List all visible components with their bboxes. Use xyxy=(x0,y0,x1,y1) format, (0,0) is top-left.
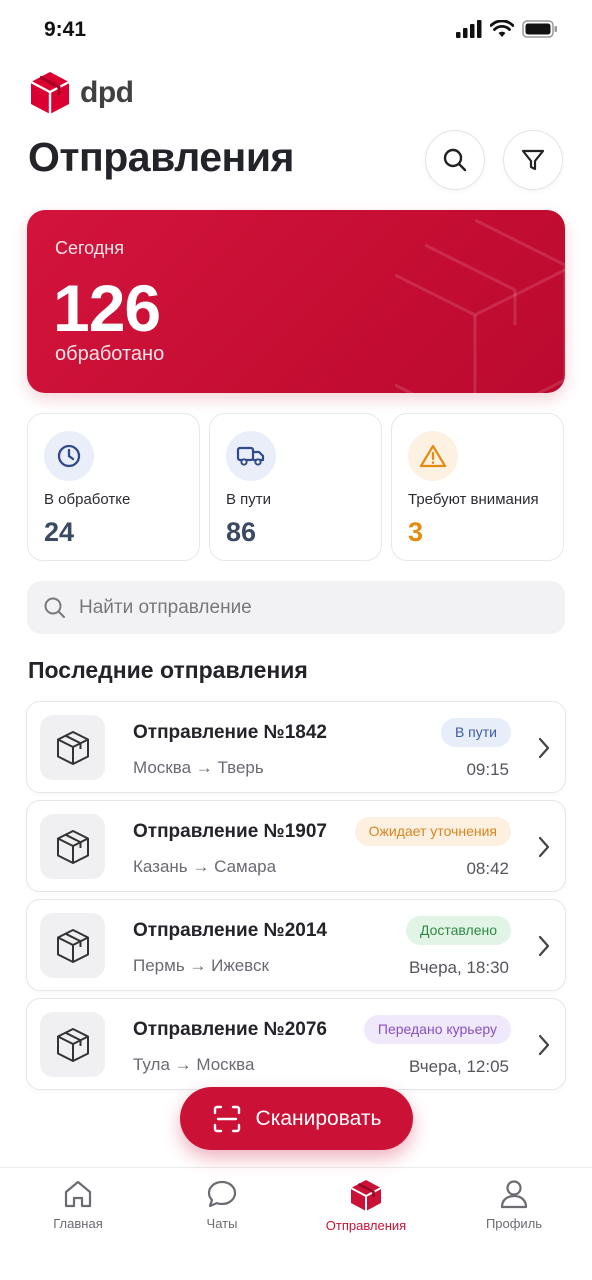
chevron-right-icon xyxy=(538,836,550,858)
shipment-card[interactable]: Отправление №1907 Казань → Самара Ожидае… xyxy=(26,800,566,892)
shipment-route: Тула → Москва xyxy=(133,1055,255,1074)
tab-label: Отправления xyxy=(325,1218,407,1233)
tab-shipments[interactable]: Отправления xyxy=(306,1178,426,1233)
box-icon xyxy=(56,1027,89,1062)
status-badge: Передано курьеру xyxy=(363,1015,511,1044)
stat-card-in-transit[interactable]: В пути 86 xyxy=(209,413,382,561)
tab-label: Главная xyxy=(53,1216,103,1231)
battery-icon xyxy=(522,20,557,38)
search-icon xyxy=(44,597,65,618)
status-time: 9:41 xyxy=(44,18,87,41)
status-badge: Доставлено xyxy=(405,916,511,945)
search-icon xyxy=(443,148,467,172)
search-field[interactable] xyxy=(27,581,565,634)
shipment-time: Вчера, 18:30 xyxy=(409,958,509,977)
chevron-right-icon xyxy=(538,1034,550,1056)
truck-icon xyxy=(236,446,265,466)
package-icon xyxy=(350,1180,382,1211)
stat-value: 24 xyxy=(44,517,75,547)
stat-value: 3 xyxy=(408,517,424,547)
stat-label: В обработке xyxy=(44,491,131,508)
chat-icon xyxy=(207,1180,237,1208)
shipment-time: 08:42 xyxy=(466,859,509,878)
chevron-right-icon xyxy=(538,737,550,759)
stat-label: Требуют внимания xyxy=(408,491,539,508)
today-sublabel: обработано xyxy=(55,343,165,365)
stat-label: В пути xyxy=(226,491,272,508)
shipment-route: Москва → Тверь xyxy=(133,758,264,777)
box-icon xyxy=(56,829,89,864)
tab-label: Чаты xyxy=(206,1216,238,1231)
today-label: Сегодня xyxy=(55,238,124,258)
shipment-title: Отправление №2014 xyxy=(133,920,327,941)
today-summary-card[interactable]: Сегодня 126 обработано xyxy=(27,210,565,393)
shipment-title: Отправление №1842 xyxy=(133,722,327,743)
box-icon xyxy=(56,730,89,765)
wifi-icon xyxy=(490,20,514,37)
box-icon xyxy=(56,928,89,963)
status-badge: Ожидает уточнения xyxy=(354,817,511,846)
section-title-recent: Последние отправления xyxy=(28,657,308,683)
stat-icon-badge xyxy=(226,431,276,481)
shipment-thumb xyxy=(40,1012,105,1077)
signal-icon xyxy=(456,20,482,38)
shipment-time: Вчера, 12:05 xyxy=(409,1057,509,1076)
shipment-card[interactable]: Отправление №2076 Тула → Москва Передано… xyxy=(26,998,566,1090)
warning-icon xyxy=(419,444,447,468)
tab-label: Профиль xyxy=(485,1216,543,1231)
brand-name: dpd xyxy=(80,76,134,109)
shipment-route: Казань → Самара xyxy=(133,857,277,876)
bottom-tab-bar: Главная Чаты Отправления Профиль xyxy=(0,1167,592,1280)
shipment-card[interactable]: Отправление №1842 Москва → Тверь В пути … xyxy=(26,701,566,793)
stat-card-attention[interactable]: Требуют внимания 3 xyxy=(391,413,564,561)
stat-card-processing[interactable]: В обработке 24 xyxy=(27,413,200,561)
status-icons xyxy=(456,20,558,38)
tab-profile[interactable]: Профиль xyxy=(454,1178,574,1231)
tab-home[interactable]: Главная xyxy=(18,1178,138,1231)
filter-icon xyxy=(521,149,545,171)
shipment-card[interactable]: Отправление №2014 Пермь → Ижевск Доставл… xyxy=(26,899,566,991)
shipment-thumb xyxy=(40,715,105,780)
profile-icon xyxy=(500,1180,528,1209)
today-value: 126 xyxy=(53,271,161,345)
search-button[interactable] xyxy=(425,130,485,190)
brand-logo: dpd xyxy=(28,70,134,116)
shipment-title: Отправление №1907 xyxy=(133,821,327,842)
clock-icon xyxy=(57,444,81,468)
home-icon xyxy=(64,1180,92,1208)
tab-chats[interactable]: Чаты xyxy=(162,1178,282,1231)
shipment-thumb xyxy=(40,814,105,879)
stat-icon-badge xyxy=(44,431,94,481)
scan-icon xyxy=(213,1105,240,1132)
scan-button[interactable]: Сканировать xyxy=(180,1087,413,1150)
chevron-right-icon xyxy=(538,935,550,957)
filter-button[interactable] xyxy=(503,130,563,190)
page-title: Отправления xyxy=(28,134,294,180)
shipment-time: 09:15 xyxy=(466,760,509,779)
stat-value: 86 xyxy=(226,517,257,547)
scan-button-label: Сканировать xyxy=(255,1106,382,1130)
shipment-thumb xyxy=(40,913,105,978)
cube-watermark-icon xyxy=(395,218,565,393)
shipment-route: Пермь → Ижевск xyxy=(133,956,269,975)
search-input[interactable] xyxy=(79,596,519,619)
status-badge: В пути xyxy=(440,718,511,747)
shipment-title: Отправление №2076 xyxy=(133,1019,327,1040)
status-bar: 9:41 xyxy=(0,0,592,60)
dpd-cube-icon xyxy=(30,72,70,114)
stat-icon-badge xyxy=(408,431,458,481)
